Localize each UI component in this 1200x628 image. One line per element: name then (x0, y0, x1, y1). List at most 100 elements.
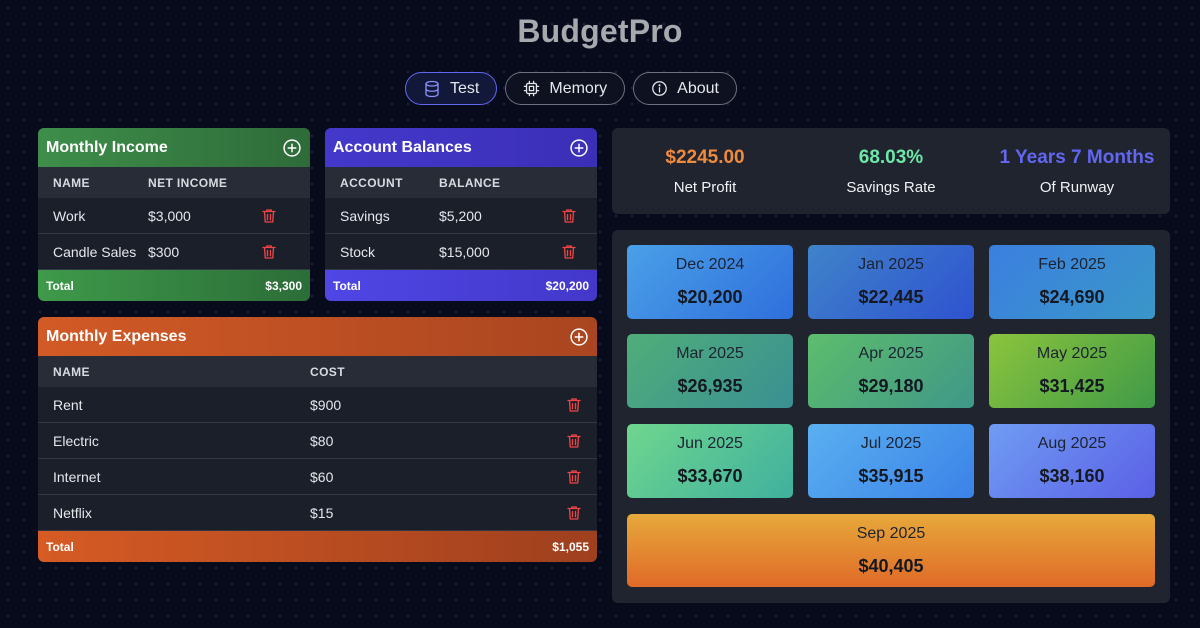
delete-button[interactable] (560, 243, 578, 261)
delete-button[interactable] (565, 432, 583, 450)
forecast-month: Feb 2025 (1038, 256, 1106, 273)
savings-rate-stat: 68.03% Savings Rate (798, 128, 984, 214)
add-expense-button[interactable] (569, 327, 589, 347)
expenses-title: Monthly Expenses (46, 327, 187, 345)
forecast-panel: Dec 2024 $20,200 Jan 2025 $22,445 Feb 20… (612, 230, 1170, 603)
expenses-col-value: COST (310, 364, 345, 379)
forecast-amount: $38,160 (1039, 466, 1105, 486)
delete-button[interactable] (260, 243, 278, 261)
table-row: Netflix $15 (38, 495, 597, 531)
expenses-total-row: Total $1,055 (38, 531, 597, 562)
plus-circle-icon (283, 138, 301, 157)
info-icon (651, 80, 668, 97)
delete-button[interactable] (565, 396, 583, 414)
forecast-tile: Mar 2025 $26,935 (627, 334, 793, 408)
add-income-button[interactable] (282, 138, 302, 158)
nav-about-label: About (677, 79, 719, 97)
savings-rate-label: Savings Rate (846, 178, 936, 196)
summary-stats-panel: $2245.00 Net Profit 68.03% Savings Rate … (612, 128, 1170, 214)
add-account-button[interactable] (569, 138, 589, 158)
table-row: Work $3,000 (38, 198, 310, 234)
trash-icon (567, 469, 581, 484)
top-nav: Test Memory About (0, 72, 1200, 105)
row-name: Savings (340, 207, 390, 224)
row-name: Internet (53, 468, 101, 485)
trash-icon (567, 433, 581, 448)
forecast-tile: Sep 2025 $40,405 (627, 514, 1155, 587)
plus-circle-icon (570, 138, 588, 157)
forecast-amount: $33,670 (677, 466, 743, 486)
forecast-tile: Jul 2025 $35,915 (808, 424, 974, 498)
forecast-tile: Apr 2025 $29,180 (808, 334, 974, 408)
forecast-month: Dec 2024 (675, 256, 745, 273)
net-profit-value: $2245.00 (665, 146, 745, 168)
runway-value: 1 Years 7 Months (999, 146, 1155, 168)
total-label: Total (333, 278, 361, 293)
forecast-tile: May 2025 $31,425 (989, 334, 1155, 408)
row-value: $15 (310, 504, 334, 521)
forecast-tile: Aug 2025 $38,160 (989, 424, 1155, 498)
trash-icon (567, 397, 581, 412)
row-name: Electric (53, 432, 99, 449)
forecast-amount: $40,405 (858, 555, 924, 576)
chip-icon (523, 80, 540, 97)
forecast-month: Jun 2025 (677, 435, 743, 452)
delete-button[interactable] (565, 504, 583, 522)
nav-memory-button[interactable]: Memory (505, 72, 626, 105)
accounts-card: Account Balances ACCOUNT BALANCE Savings… (325, 128, 597, 301)
trash-icon (262, 208, 276, 223)
forecast-tile: Jan 2025 $22,445 (808, 245, 974, 319)
trash-icon (567, 505, 581, 520)
net-profit-stat: $2245.00 Net Profit (612, 128, 798, 214)
forecast-tile: Feb 2025 $24,690 (989, 245, 1155, 319)
table-row: Rent $900 (38, 387, 597, 423)
trash-icon (262, 244, 276, 259)
delete-button[interactable] (560, 207, 578, 225)
delete-button[interactable] (260, 207, 278, 225)
trash-icon (562, 244, 576, 259)
table-row: Electric $80 (38, 423, 597, 459)
income-title: Monthly Income (46, 138, 168, 156)
row-value: $900 (310, 396, 342, 413)
table-row: Savings $5,200 (325, 198, 597, 234)
accounts-header: Account Balances (325, 128, 597, 167)
nav-test-label: Test (450, 79, 480, 97)
forecast-month: Jan 2025 (858, 256, 924, 273)
forecast-amount: $24,690 (1039, 287, 1105, 307)
database-icon (423, 80, 441, 98)
forecast-amount: $35,915 (858, 466, 924, 486)
row-value: $5,200 (439, 207, 482, 224)
forecast-month: Sep 2025 (856, 524, 926, 542)
accounts-col-value: BALANCE (439, 175, 501, 190)
table-row: Internet $60 (38, 459, 597, 495)
forecast-month: Jul 2025 (860, 435, 922, 452)
app-title: BudgetPro (517, 13, 683, 49)
expenses-card: Monthly Expenses NAME COST Rent $900 Ele… (38, 317, 597, 562)
accounts-total-row: Total $20,200 (325, 270, 597, 301)
nav-test-button[interactable]: Test (405, 72, 498, 105)
delete-button[interactable] (565, 468, 583, 486)
row-name: Rent (53, 396, 83, 413)
forecast-tile: Dec 2024 $20,200 (627, 245, 793, 319)
income-total-row: Total $3,300 (38, 270, 310, 301)
table-row: Candle Sales $300 (38, 234, 310, 270)
net-profit-label: Net Profit (673, 178, 737, 196)
expenses-col-name: NAME (53, 364, 90, 379)
trash-icon (562, 208, 576, 223)
total-label: Total (46, 278, 74, 293)
forecast-amount: $29,180 (858, 376, 924, 396)
row-name: Work (53, 207, 86, 224)
plus-circle-icon (570, 327, 588, 346)
forecast-amount: $31,425 (1039, 376, 1105, 396)
total-value: $20,200 (545, 278, 589, 293)
income-card: Monthly Income NAME NET INCOME Work $3,0… (38, 128, 310, 301)
runway-label: Of Runway (1039, 178, 1115, 196)
table-row: Stock $15,000 (325, 234, 597, 270)
accounts-column-header: ACCOUNT BALANCE (325, 167, 597, 198)
accounts-col-name: ACCOUNT (340, 175, 403, 190)
row-name: Netflix (53, 504, 92, 521)
forecast-month: Apr 2025 (858, 345, 924, 362)
expenses-column-header: NAME COST (38, 356, 597, 387)
accounts-title: Account Balances (333, 138, 472, 156)
nav-about-button[interactable]: About (633, 72, 737, 105)
